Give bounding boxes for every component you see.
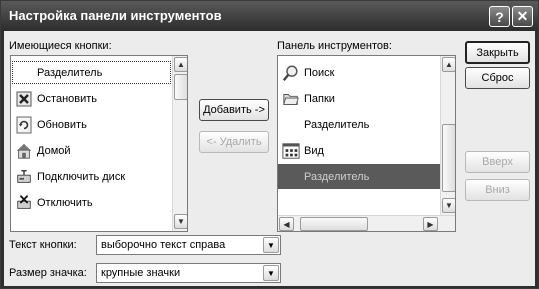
customize-toolbar-dialog: Настройка панели инструментов ? ✕ Имеющи… [0,0,539,289]
refresh-icon [15,116,33,134]
available-list-scrollbar[interactable]: ▲ ▼ [172,56,187,231]
separator-icon [15,64,33,82]
list-item[interactable]: Разделитель [278,164,440,189]
list-item[interactable]: Папки [278,86,440,111]
scroll-thumb[interactable] [442,124,455,192]
chevron-down-icon[interactable]: ▼ [263,237,279,253]
chevron-down-icon[interactable]: ▼ [263,265,279,281]
button-text-label: Текст кнопки: [9,239,77,251]
dialog-body: Имеющиеся кнопки: Разделитель Остановить… [4,31,535,286]
reset-button[interactable]: Сброс [465,67,530,89]
folders-icon [282,90,300,108]
scroll-down-arrow-icon[interactable]: ▼ [442,198,455,213]
close-window-button[interactable]: ✕ [512,6,533,27]
stop-icon [15,90,33,108]
map-drive-icon [15,168,33,186]
icon-size-label: Размер значка: [9,267,87,279]
scroll-down-arrow-icon[interactable]: ▼ [174,214,187,229]
available-buttons-list[interactable]: Разделитель Остановить Обновить Домой По… [10,55,188,232]
title-bar[interactable]: Настройка панели инструментов ? ✕ [1,1,538,31]
toolbar-list-hscrollbar[interactable]: ◀ ▶ [278,215,455,231]
toolbar-buttons-list[interactable]: Поиск Папки Разделитель Вид Разделитель … [277,55,456,232]
home-icon [15,142,33,160]
close-button[interactable]: Закрыть [465,41,530,64]
add-button[interactable]: Добавить -> [199,99,269,121]
search-icon [282,64,300,82]
window-title: Настройка панели инструментов [9,8,222,23]
view-icon [282,142,300,160]
close-icon: ✕ [516,8,529,24]
separator-icon [282,116,300,134]
move-up-button[interactable]: Вверх [465,151,530,173]
list-item[interactable]: Вид [278,138,440,163]
button-text-select[interactable]: выборочно текст справа ▼ [96,235,281,255]
help-button[interactable]: ? [489,6,510,27]
toolbar-buttons-label: Панель инструментов: [277,40,392,52]
scroll-thumb[interactable] [300,217,368,231]
list-item[interactable]: Поиск [278,60,440,85]
separator-icon [282,168,300,186]
scroll-right-arrow-icon[interactable]: ▶ [423,217,438,231]
list-item[interactable]: Разделитель [278,112,440,137]
list-item[interactable]: Разделитель [11,60,172,85]
scroll-up-arrow-icon[interactable]: ▲ [174,57,187,72]
move-down-button[interactable]: Вниз [465,179,530,201]
list-item[interactable]: Домой [11,138,172,163]
list-item[interactable]: Отключить [11,190,172,215]
list-item[interactable]: Обновить [11,112,172,137]
icon-size-select[interactable]: крупные значки ▼ [96,263,281,283]
list-item[interactable]: Остановить [11,86,172,111]
disconnect-icon [15,194,33,212]
remove-button[interactable]: <- Удалить [199,131,269,153]
available-buttons-label: Имеющиеся кнопки: [9,40,112,52]
scroll-thumb[interactable] [174,74,187,100]
scroll-up-arrow-icon[interactable]: ▲ [442,57,455,72]
list-item[interactable]: Подключить диск [11,164,172,189]
toolbar-list-scrollbar[interactable]: ▲ ▼ [440,56,455,215]
scroll-left-arrow-icon[interactable]: ◀ [279,217,294,231]
